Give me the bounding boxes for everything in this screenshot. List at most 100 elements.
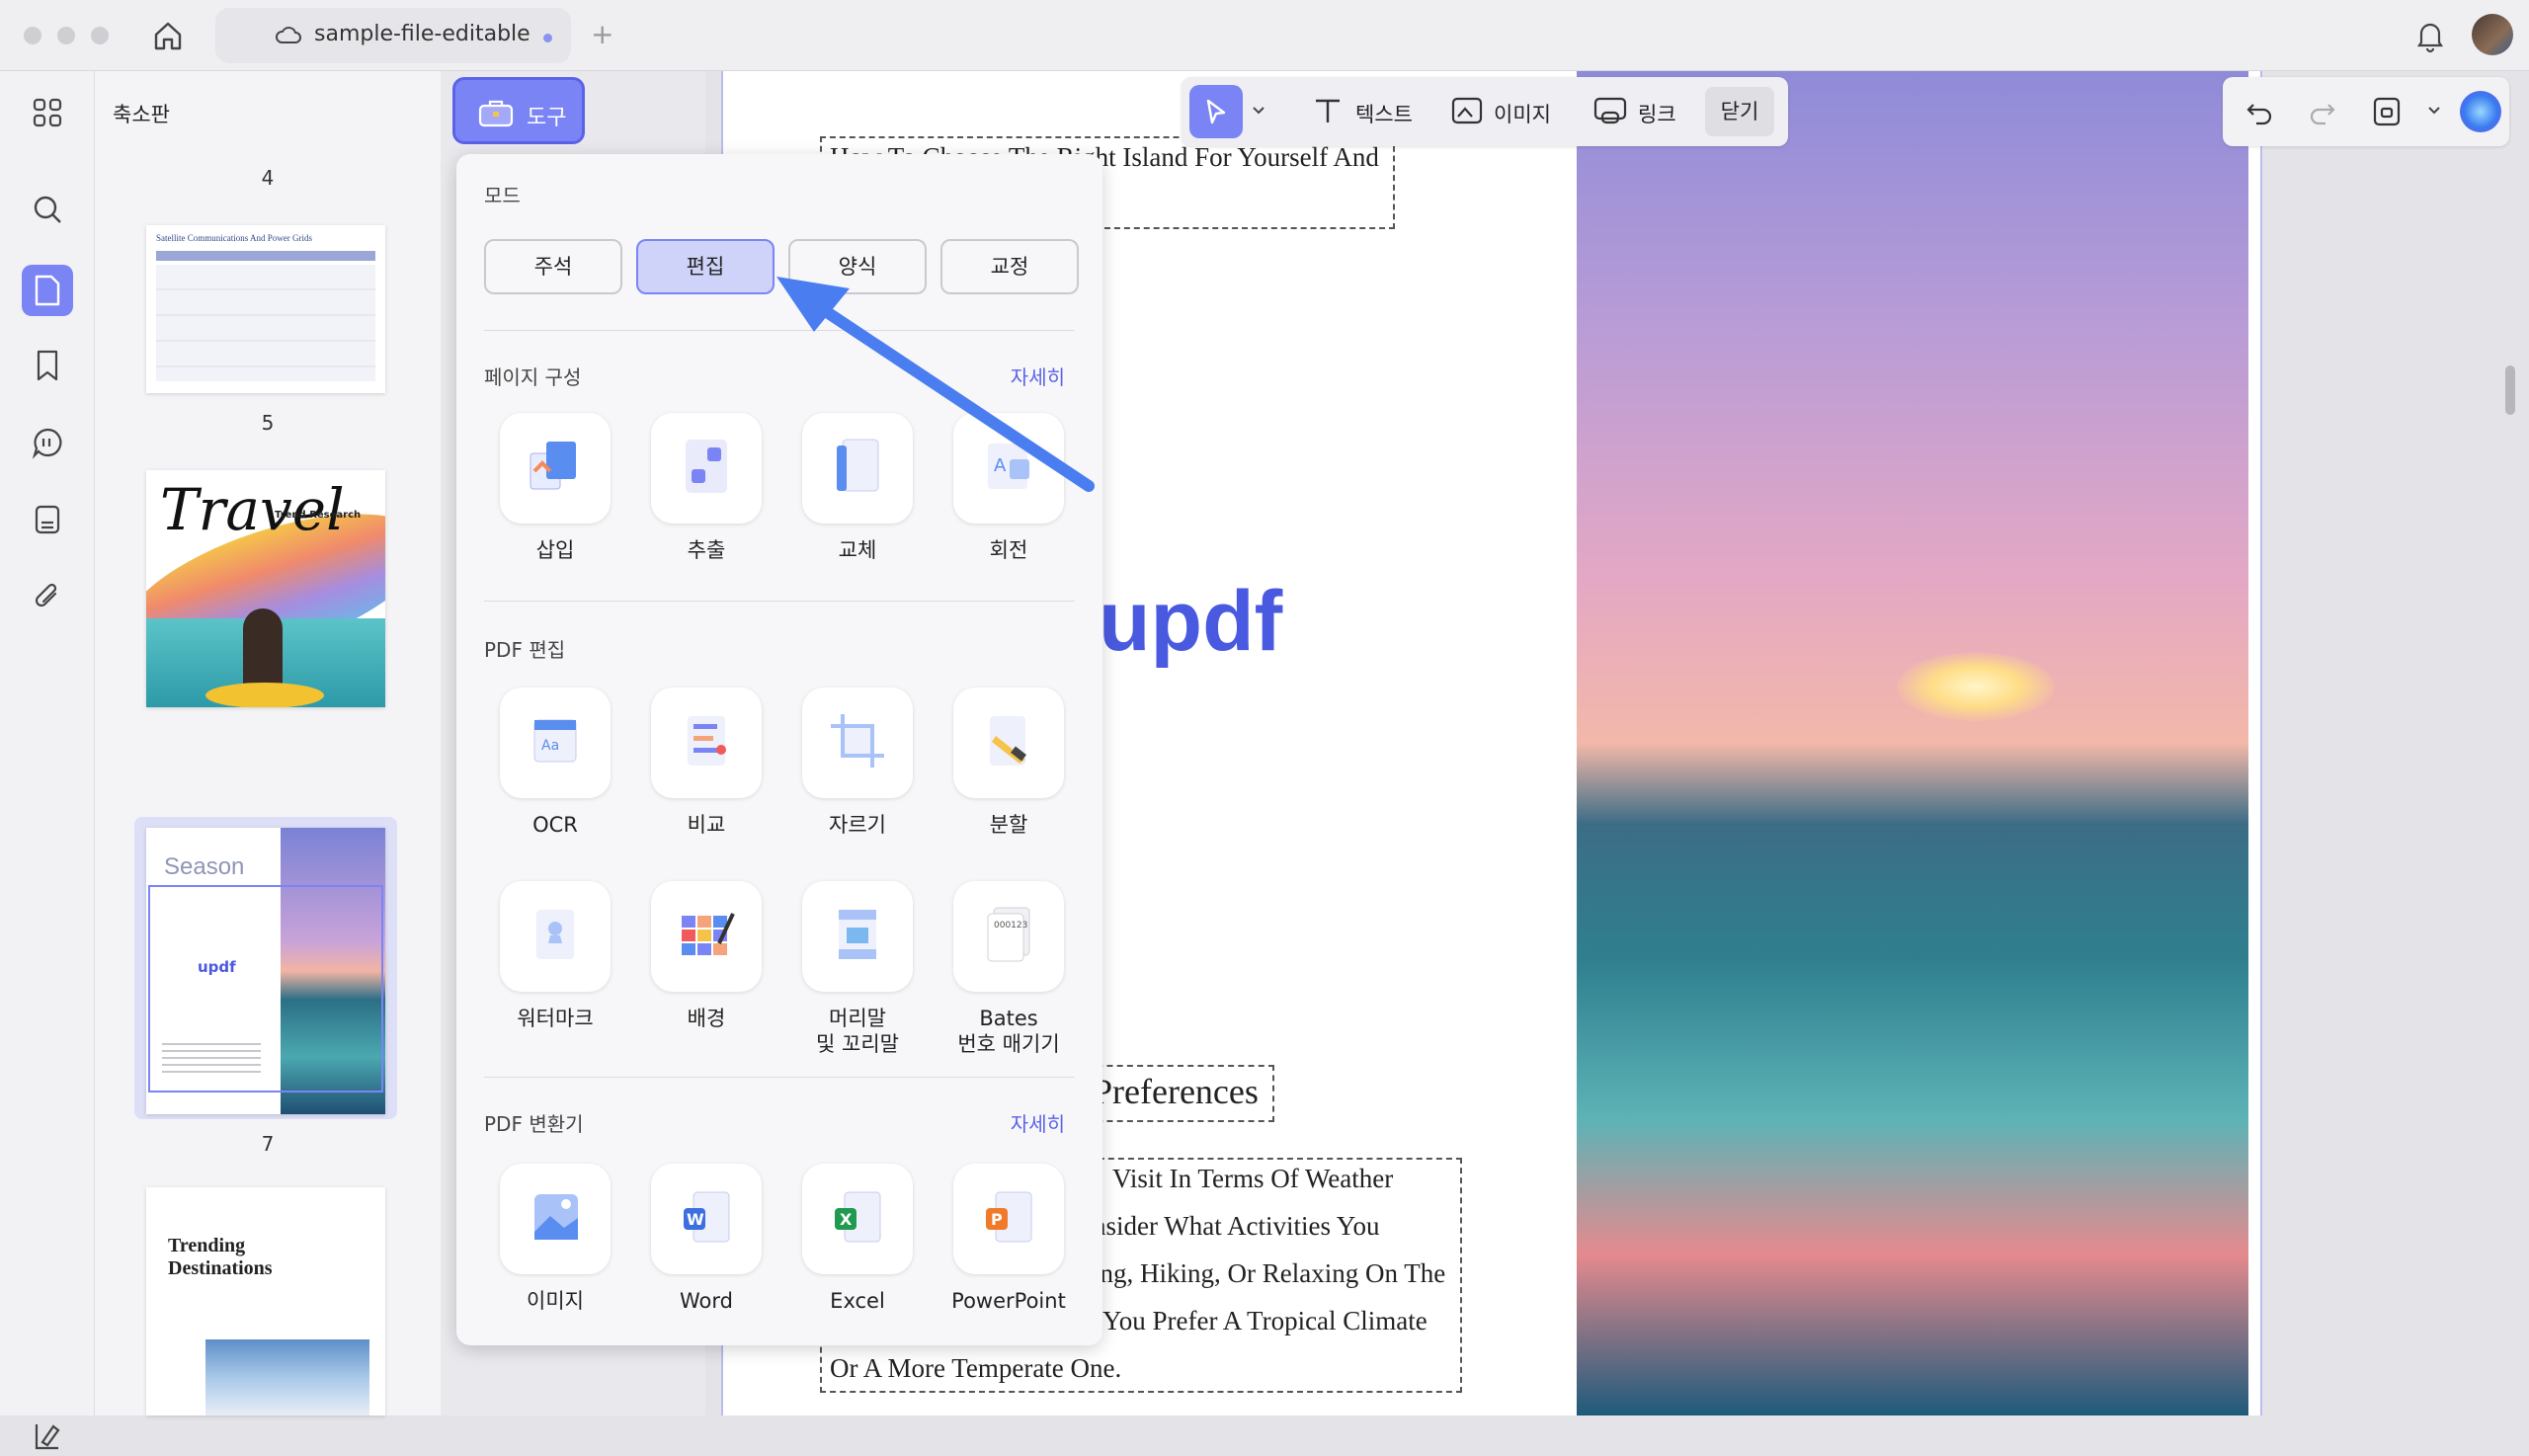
document-scrollbar[interactable] xyxy=(2505,365,2515,415)
doc-para-line: Or A More Temperate One. xyxy=(830,1353,1122,1383)
crop-tool[interactable]: 자르기 xyxy=(798,688,917,838)
attachment-icon[interactable] xyxy=(28,577,67,616)
compare-tool[interactable]: 비교 xyxy=(647,688,766,838)
svg-text:X: X xyxy=(840,1210,853,1229)
document-tab[interactable]: sample-file-editable xyxy=(215,8,571,63)
page-thumbnail-6[interactable]: Travel Trend Research xyxy=(146,470,385,707)
page-thumbnail-8[interactable]: Trending Destinations xyxy=(146,1187,385,1416)
mode-form-button[interactable]: 양식 xyxy=(788,239,927,294)
thumbnail-sky-image xyxy=(205,1339,369,1416)
watermark-tool[interactable]: 워터마크 xyxy=(496,881,614,1031)
doc-updf-title[interactable]: updf xyxy=(1099,573,1282,671)
home-icon[interactable] xyxy=(150,18,186,53)
doc-para-line: ing, Hiking, Or Relaxing On The xyxy=(1093,1258,1446,1288)
background-tool[interactable]: 배경 xyxy=(647,881,766,1031)
title-bar: sample-file-editable + xyxy=(0,0,2529,71)
convert-section-more-link[interactable]: 자세히 xyxy=(1011,1108,1065,1137)
convert-excel-tool[interactable]: X Excel xyxy=(798,1164,917,1314)
compare-tool-label: 비교 xyxy=(687,813,726,837)
ai-assistant-icon[interactable] xyxy=(2460,91,2501,132)
apps-grid-icon[interactable] xyxy=(28,93,67,132)
svg-text:P: P xyxy=(991,1210,1003,1229)
undo-icon[interactable] xyxy=(2244,97,2274,130)
powerpoint-file-icon: P xyxy=(974,1182,1043,1255)
header-footer-icon xyxy=(823,900,892,973)
image-tool-button[interactable]: 이미지 xyxy=(1494,99,1551,128)
comment-icon[interactable] xyxy=(28,423,67,462)
close-window-button[interactable] xyxy=(24,27,41,44)
header-footer-tool-label: 머리말 및 꼬리말 xyxy=(816,1007,899,1056)
new-tab-button[interactable]: + xyxy=(591,18,613,50)
search-icon[interactable] xyxy=(28,190,67,229)
text-tool-button[interactable]: 텍스트 xyxy=(1355,99,1413,128)
bookmark-icon[interactable] xyxy=(28,346,67,385)
image-file-icon xyxy=(521,1182,590,1255)
page-thumbnail-7[interactable]: Season updf xyxy=(146,828,385,1114)
thumbnail-table xyxy=(156,265,375,381)
forms-icon[interactable] xyxy=(28,500,67,539)
thumbnails-icon[interactable] xyxy=(22,265,73,316)
convert-word-tool[interactable]: W Word xyxy=(647,1164,766,1314)
tab-title: sample-file-editable xyxy=(314,22,530,46)
header-footer-tool[interactable]: 머리말 및 꼬리말 xyxy=(798,881,917,1057)
user-avatar[interactable] xyxy=(2472,14,2513,55)
chevron-down-icon[interactable] xyxy=(2426,103,2442,122)
svg-text:000123: 000123 xyxy=(994,921,1027,930)
page-thumbnail-5[interactable]: Satellite Communications And Power Grids xyxy=(146,225,385,393)
bates-numbering-tool-label: Bates 번호 매기기 xyxy=(957,1007,1060,1056)
page-section-title: 페이지 구성 xyxy=(484,365,582,389)
doc-para-line: Visit In Terms Of Weather xyxy=(1112,1164,1394,1193)
convert-powerpoint-tool[interactable]: P PowerPoint xyxy=(949,1164,1068,1314)
select-tool-button[interactable] xyxy=(1189,85,1243,138)
bates-numbering-icon: 000123 xyxy=(974,900,1043,973)
save-icon[interactable] xyxy=(2371,95,2403,132)
chevron-down-icon[interactable] xyxy=(1251,103,1266,122)
rotate-page-icon: A xyxy=(974,432,1043,505)
left-icon-bar xyxy=(0,71,95,1450)
link-tool-button[interactable]: 링크 xyxy=(1638,99,1676,128)
word-file-icon: W xyxy=(672,1182,741,1255)
extract-tool[interactable]: 추출 xyxy=(647,413,766,563)
rotate-tool[interactable]: A 회전 xyxy=(949,413,1068,563)
divider xyxy=(484,330,1075,331)
minimize-window-button[interactable] xyxy=(57,27,75,44)
replace-tool[interactable]: 교체 xyxy=(798,413,917,563)
mode-edit-button[interactable]: 편집 xyxy=(636,239,775,294)
page-number: 5 xyxy=(261,411,275,435)
close-edit-button[interactable]: 닫기 xyxy=(1705,87,1774,136)
sea-sunset-image[interactable] xyxy=(1577,71,2248,1416)
page-section-more-link[interactable]: 자세히 xyxy=(1011,362,1065,390)
tools-button[interactable]: 도구 xyxy=(452,77,585,144)
rotate-tool-label: 회전 xyxy=(989,538,1028,562)
compare-icon xyxy=(672,706,741,779)
convert-image-tool[interactable]: 이미지 xyxy=(496,1164,614,1314)
zoom-window-button[interactable] xyxy=(91,27,109,44)
svg-text:Aa: Aa xyxy=(541,738,559,754)
thumbnail-heading: Satellite Communications And Power Grids xyxy=(156,233,312,243)
background-palette-icon xyxy=(672,900,741,973)
thumbnail-panel: 축소판 4 Satellite Communications And Power… xyxy=(95,71,528,1416)
bates-numbering-tool[interactable]: 000123 Bates 번호 매기기 xyxy=(949,881,1068,1057)
toolbox-icon xyxy=(477,96,515,133)
text-tool-icon xyxy=(1312,95,1344,130)
replace-tool-label: 교체 xyxy=(838,538,877,562)
edit-section-title: PDF 편집 xyxy=(484,638,566,662)
split-tool[interactable]: 분할 xyxy=(949,688,1068,838)
mode-proofread-button[interactable]: 교정 xyxy=(940,239,1079,294)
thumbnail-text-lines xyxy=(162,1043,261,1073)
thumbnail-subheading: Trend Research xyxy=(275,510,362,521)
sun-glow xyxy=(1897,652,2055,721)
insert-tool[interactable]: 삽입 xyxy=(496,413,614,563)
mode-annotate-button[interactable]: 주석 xyxy=(484,239,622,294)
page-number: 7 xyxy=(261,1132,275,1156)
replace-page-icon xyxy=(823,432,892,505)
convert-word-label: Word xyxy=(680,1289,733,1313)
ocr-tool[interactable]: Aa OCR xyxy=(496,688,614,838)
redo-icon[interactable] xyxy=(2308,97,2337,130)
thumbnail-kayak xyxy=(205,683,324,707)
ocr-icon: Aa xyxy=(521,706,590,779)
excel-file-icon: X xyxy=(823,1182,892,1255)
sidebar-settings-icon[interactable] xyxy=(32,1420,63,1456)
bell-icon[interactable] xyxy=(2412,18,2448,57)
background-tool-label: 배경 xyxy=(687,1007,726,1030)
